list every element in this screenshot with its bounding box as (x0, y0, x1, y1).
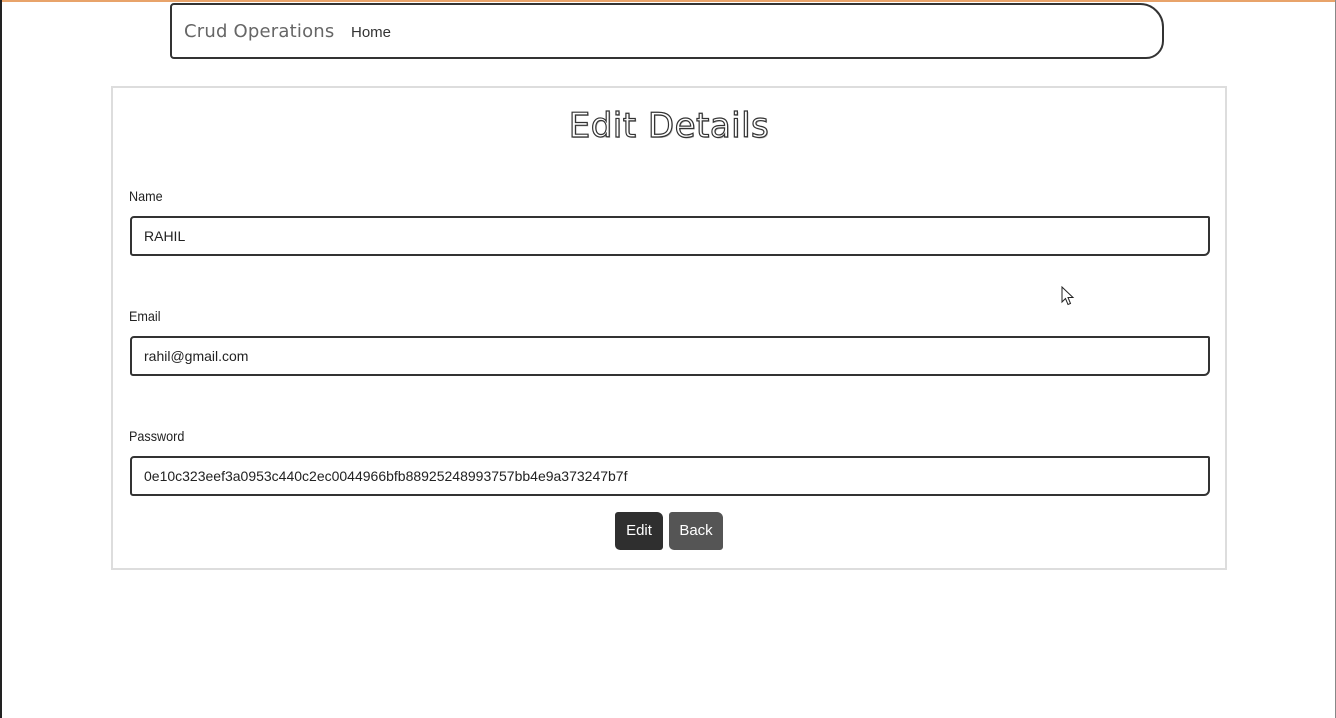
window-left-edge (0, 0, 2, 718)
edit-details-card: Edit Details Name Email Password Edit Ba… (111, 86, 1227, 570)
page-title: Edit Details (568, 105, 770, 146)
email-label: Email (129, 308, 161, 324)
form-actions: Edit Back (113, 512, 1225, 550)
edit-button[interactable]: Edit (615, 512, 663, 550)
password-field[interactable] (130, 456, 1210, 496)
email-field[interactable] (130, 336, 1210, 376)
mouse-pointer-icon (1061, 286, 1075, 306)
page: Crud Operations Home Edit Details Name E… (0, 0, 1336, 718)
top-accent-line (0, 0, 1336, 2)
name-field[interactable] (130, 216, 1210, 256)
nav-link-home[interactable]: Home (351, 24, 391, 41)
password-label: Password (129, 428, 185, 444)
name-label: Name (129, 188, 163, 204)
navbar: Crud Operations Home (170, 3, 1164, 59)
back-button[interactable]: Back (669, 512, 723, 550)
navbar-brand[interactable]: Crud Operations (184, 21, 334, 42)
